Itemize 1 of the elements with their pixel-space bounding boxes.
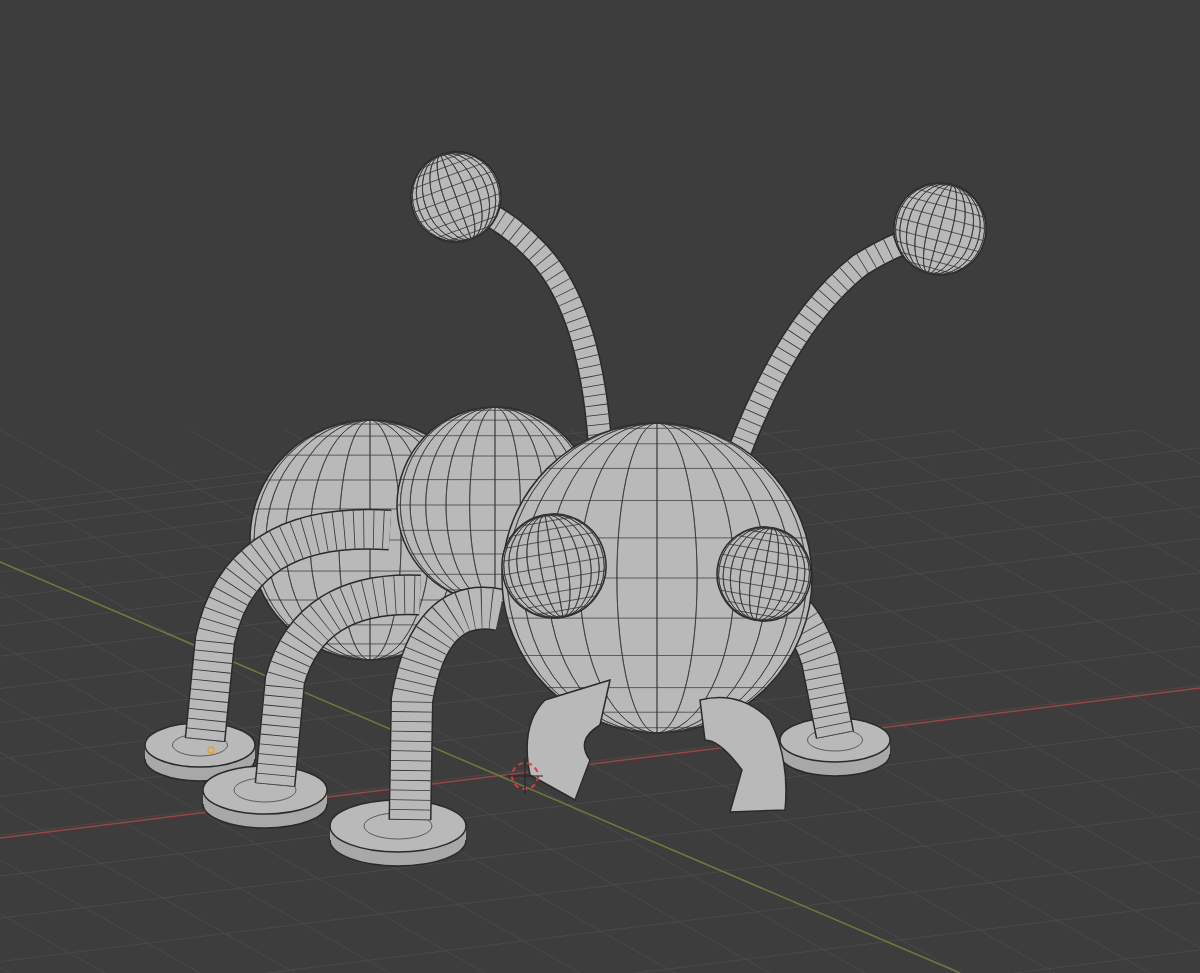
3d-cursor-icon[interactable]	[506, 757, 544, 795]
